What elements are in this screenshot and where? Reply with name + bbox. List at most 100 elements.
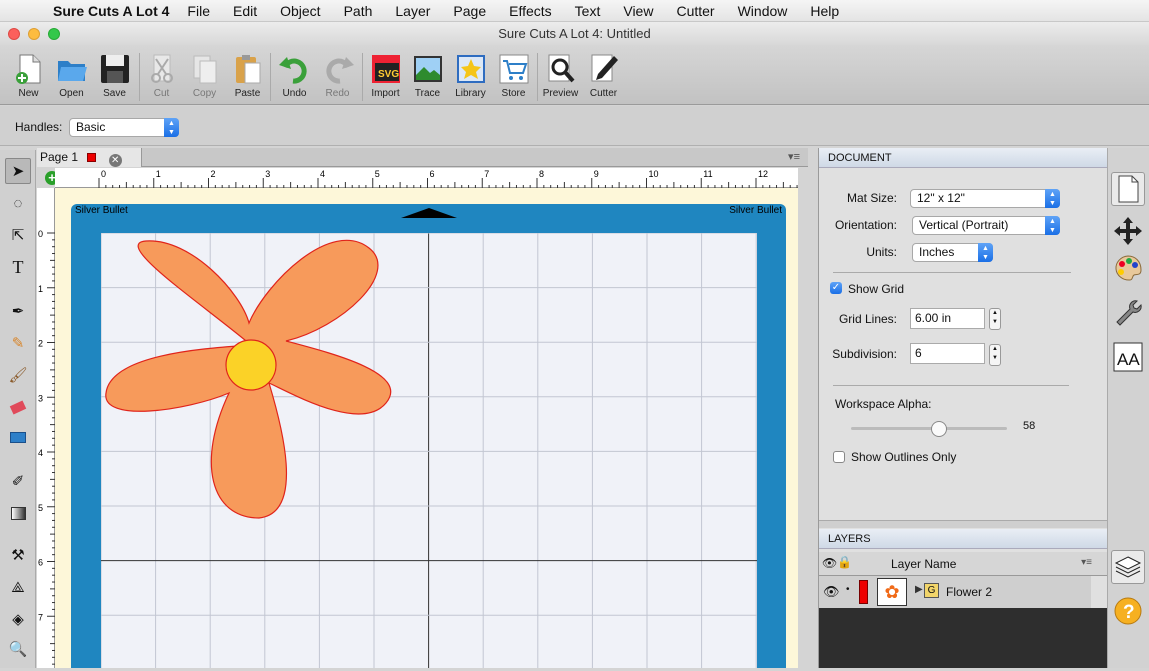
tab-page-1[interactable]: Page 1 ✕ + — [37, 148, 142, 185]
layers-menu-icon[interactable]: ▾≡ — [1081, 557, 1092, 568]
handles-value: Basic — [76, 120, 106, 134]
cut-button[interactable]: Cut — [140, 49, 183, 99]
ruler-label: 12 — [758, 169, 768, 179]
show-grid-checkbox[interactable]: ✓ — [830, 282, 842, 294]
workspace-alpha-slider-track[interactable] — [851, 427, 1007, 430]
menu-object[interactable]: Object — [280, 3, 320, 19]
show-grid-label: Show Grid — [848, 282, 905, 296]
menu-page[interactable]: Page — [453, 3, 486, 19]
lasso-tool-icon[interactable]: ◌ — [5, 190, 31, 216]
menu-path[interactable]: Path — [344, 3, 373, 19]
layer-visibility-eye-icon[interactable]: 👁 — [823, 584, 840, 600]
paste-button[interactable]: Paste — [226, 49, 269, 99]
toolbar-separator — [537, 53, 538, 101]
layer-row[interactable]: 👁 • ✿ ▶ G Flower 2 — [819, 576, 1091, 608]
eyedropper-tool-icon[interactable]: ✐ — [5, 468, 31, 494]
text-font-icon[interactable]: AA — [1111, 340, 1145, 374]
orientation-select[interactable]: Vertical (Portrait) ▲ ▼ — [912, 216, 1060, 235]
store-button[interactable]: Store — [492, 49, 535, 99]
select-tool-arrow-icon[interactable]: ➤ — [5, 158, 31, 184]
cutter-button[interactable]: Cutter — [582, 49, 625, 99]
layers-panel-header: LAYERS — [819, 529, 1108, 549]
library-button[interactable]: Library — [449, 49, 492, 99]
mat-cut-area[interactable] — [101, 233, 757, 668]
flower-shape[interactable] — [105, 240, 392, 519]
gradient-tool-icon[interactable] — [5, 500, 31, 526]
chevron-updown-icon: ▲ ▼ — [978, 243, 993, 262]
eraser-tool-icon[interactable] — [5, 394, 31, 420]
menu-file[interactable]: File — [187, 3, 210, 19]
close-window-button[interactable] — [8, 28, 20, 40]
copy-button[interactable]: Copy — [183, 49, 226, 99]
menu-text[interactable]: Text — [575, 3, 601, 19]
mat-label-right: Silver Bullet — [729, 205, 782, 216]
import-label: Import — [371, 88, 400, 99]
minimize-window-button[interactable] — [28, 28, 40, 40]
ruler-label: 10 — [649, 169, 659, 179]
preview-button[interactable]: Preview — [539, 49, 582, 99]
tool-palette: ➤ ◌ ⇱ T ✒ ✎ 🖌 ✐ ⚒ ⟁ ◈ 🔍 — [0, 150, 36, 668]
units-select[interactable]: Inches ▲ ▼ — [912, 243, 993, 262]
grid-lines-label: Grid Lines: — [838, 312, 897, 326]
chevron-updown-icon: ▲ ▼ — [164, 118, 179, 137]
ruler-label: 1 — [156, 169, 161, 179]
panel-splitter[interactable] — [819, 520, 1108, 528]
save-button[interactable]: Save — [93, 49, 136, 99]
document-panel-icon[interactable] — [1111, 172, 1145, 206]
save-label: Save — [103, 88, 126, 99]
zoom-tool-icon[interactable]: 🔍 — [5, 636, 31, 662]
trace-button[interactable]: Trace — [406, 49, 449, 99]
menu-help[interactable]: Help — [810, 3, 839, 19]
color-palette-icon[interactable] — [1111, 252, 1145, 286]
move-transform-icon[interactable] — [1111, 214, 1145, 248]
expand-arrow-icon[interactable]: ▶ — [915, 584, 923, 595]
tab-menu-icon[interactable]: ▾≡ — [788, 150, 800, 163]
mat-size-select[interactable]: 12" x 12" ▲ ▼ — [910, 189, 1060, 208]
knife-tool-icon[interactable]: ⚒ — [5, 542, 31, 568]
layer-name[interactable]: Flower 2 — [946, 585, 992, 599]
ruler-label: 1 — [38, 284, 43, 294]
subdivision-stepper[interactable]: ▲ ▼ — [989, 344, 1001, 366]
layer-lock-dot-icon[interactable]: • — [846, 584, 850, 595]
pen-tool-icon[interactable]: ✒ — [5, 298, 31, 324]
menu-cutter[interactable]: Cutter — [676, 3, 714, 19]
close-tab-icon[interactable]: ✕ — [108, 154, 122, 167]
trace-image-icon — [412, 53, 444, 85]
help-icon[interactable]: ? — [1111, 594, 1145, 628]
text-tool-icon[interactable]: T — [5, 254, 31, 280]
ruler-label: 6 — [38, 558, 43, 568]
grid-lines-input[interactable]: 6.00 in — [910, 308, 985, 329]
node-select-tool-icon[interactable]: ⇱ — [5, 222, 31, 248]
menu-edit[interactable]: Edit — [233, 3, 257, 19]
layers-panel-icon[interactable] — [1111, 550, 1145, 584]
ruler-label: 2 — [38, 339, 43, 349]
grid-and-artwork — [101, 233, 757, 668]
show-outlines-checkbox[interactable] — [833, 451, 845, 463]
undo-arrow-icon — [278, 53, 311, 85]
menu-effects[interactable]: Effects — [509, 3, 552, 19]
layers-list-empty-area[interactable] — [819, 608, 1108, 668]
ruler-label: 0 — [101, 169, 106, 179]
wrench-settings-icon[interactable] — [1111, 296, 1145, 330]
app-menu[interactable]: Sure Cuts A Lot 4 — [53, 3, 169, 19]
subdivision-input[interactable]: 6 — [910, 343, 985, 364]
brush-tool-icon[interactable]: 🖌 — [5, 362, 31, 388]
import-button[interactable]: SVG Import — [364, 49, 407, 99]
menu-layer[interactable]: Layer — [395, 3, 430, 19]
menu-window[interactable]: Window — [738, 3, 788, 19]
workspace-alpha-slider-thumb[interactable] — [931, 421, 947, 437]
rectangle-tool-icon[interactable] — [5, 424, 31, 450]
handles-select[interactable]: Basic ▲ ▼ — [69, 118, 179, 137]
menu-view[interactable]: View — [623, 3, 653, 19]
new-button[interactable]: New — [7, 49, 50, 99]
redo-button[interactable]: Redo — [316, 49, 359, 99]
flip-tool-icon[interactable]: ◈ — [5, 606, 31, 632]
grid-lines-stepper[interactable]: ▲ ▼ — [989, 308, 1001, 330]
undo-button[interactable]: Undo — [273, 49, 316, 99]
pencil-tool-icon[interactable]: ✎ — [5, 330, 31, 356]
cut-label: Cut — [153, 88, 170, 99]
path-edit-tool-icon[interactable]: ⟁ — [5, 574, 31, 600]
open-button[interactable]: Open — [50, 49, 93, 99]
store-label: Store — [501, 88, 526, 99]
zoom-window-button[interactable] — [48, 28, 60, 40]
